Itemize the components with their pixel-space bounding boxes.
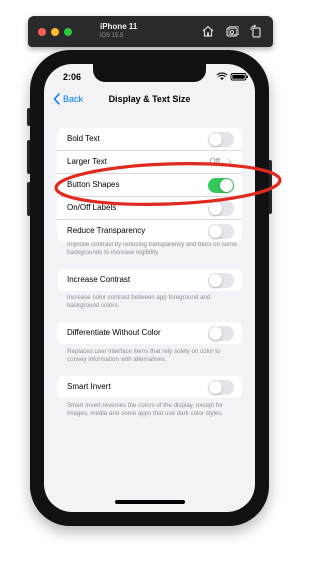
notch [93, 64, 206, 82]
smart-invert-footnote: Smart Invert reverses the colors of the … [67, 402, 224, 417]
reduce-transparency-toggle[interactable] [208, 224, 234, 239]
differentiate-without-color-toggle[interactable] [208, 326, 234, 341]
reduce-transparency-footnote: Improve contrast by reducing transparenc… [67, 241, 237, 256]
status-icons [216, 72, 248, 81]
zoom-window-button[interactable] [64, 28, 72, 36]
increase-contrast-toggle[interactable] [208, 273, 234, 288]
row-label: Differentiate Without Color [67, 328, 161, 337]
home-icon[interactable] [201, 24, 215, 38]
simulator-device-name: iPhone 11 [100, 22, 138, 31]
screenshot-icon[interactable] [225, 24, 239, 38]
row-label: Increase Contrast [67, 275, 131, 284]
row-label: Bold Text [67, 134, 100, 143]
minimize-window-button[interactable] [51, 28, 59, 36]
differentiate-footnote: Replaces user interface items that rely … [67, 348, 221, 363]
annotation-ellipse [54, 162, 282, 206]
row-smart-invert[interactable]: Smart Invert [57, 376, 242, 398]
row-bold-text[interactable]: Bold Text [57, 128, 242, 151]
row-label: Smart Invert [67, 382, 111, 391]
wifi-icon [216, 72, 228, 80]
row-increase-contrast[interactable]: Increase Contrast [57, 269, 242, 291]
smart-invert-toggle[interactable] [208, 380, 234, 395]
smart-invert-group: Smart Invert [57, 376, 242, 398]
simulator-toolbar: iPhone 11 iOS 15.5 [28, 16, 273, 47]
simulator-os-version: iOS 15.5 [100, 33, 124, 39]
home-indicator [115, 500, 185, 504]
row-label: Reduce Transparency [67, 226, 146, 235]
status-time: 2:06 [63, 72, 82, 82]
battery-icon [230, 73, 248, 81]
bold-text-toggle[interactable] [208, 132, 234, 147]
increase-contrast-group: Increase Contrast [57, 269, 242, 291]
close-window-button[interactable] [38, 28, 46, 36]
page-title: Display & Text Size [108, 94, 191, 104]
differentiate-group: Differentiate Without Color [57, 322, 242, 344]
rotate-icon[interactable] [249, 24, 263, 38]
row-differentiate-without-color[interactable]: Differentiate Without Color [57, 322, 242, 344]
increase-contrast-footnote: Increase color contrast between app fore… [67, 294, 211, 309]
device-screen: 2:06 Back Display & Text Size Bold Text … [44, 64, 255, 512]
row-reduce-transparency[interactable]: Reduce Transparency [57, 220, 242, 242]
